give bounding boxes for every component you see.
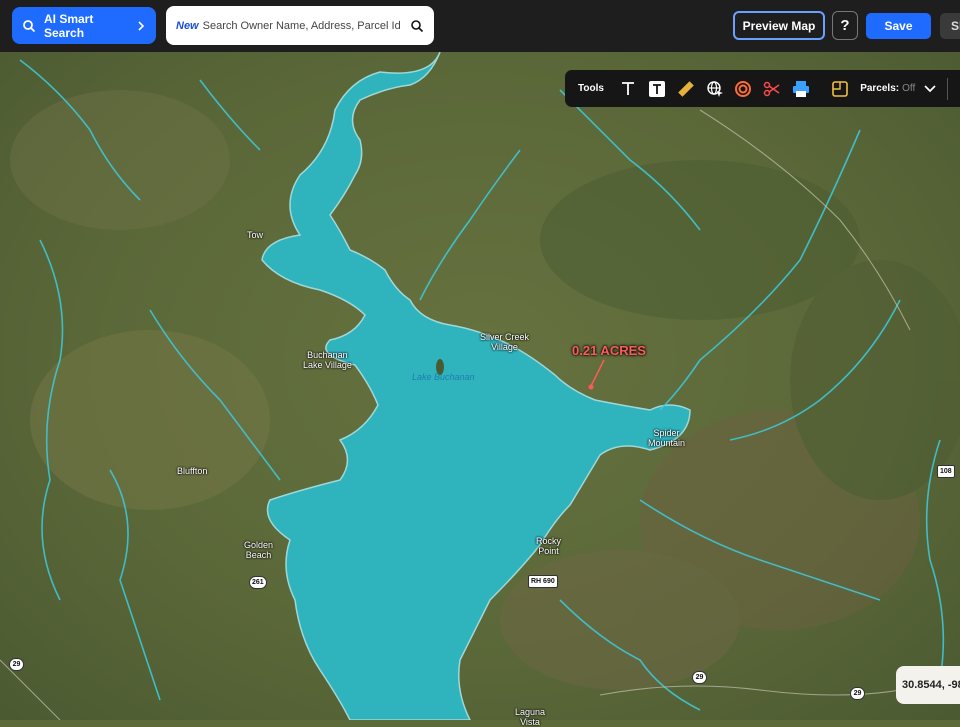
chevron-right-icon	[138, 20, 145, 31]
place-label-spider-mountain: Spider Mountain	[648, 428, 686, 448]
route-shield-29-west: 29	[9, 658, 24, 671]
help-button[interactable]: ?	[832, 11, 858, 40]
list-icon[interactable]	[956, 74, 960, 103]
parcels-label: Parcels:	[860, 83, 900, 94]
search-input[interactable]: New Search Owner Name, Address, Parcel I…	[166, 6, 434, 45]
place-label-bluffton: Bluffton	[177, 466, 208, 476]
route-shield-261: 261	[249, 576, 267, 589]
globe-pointer-icon[interactable]	[700, 74, 729, 103]
parcels-toggle[interactable]: Parcels: Off	[860, 83, 937, 94]
text-box-icon[interactable]	[643, 74, 672, 103]
tools-panel: Tools Parcels: Off	[565, 70, 960, 107]
share-button[interactable]: Sh	[940, 13, 960, 39]
scissors-icon[interactable]	[758, 74, 787, 103]
preview-map-button[interactable]: Preview Map	[733, 11, 825, 40]
search-icon[interactable]	[410, 19, 424, 33]
place-label-golden-beach: Golden Beach	[244, 540, 274, 560]
search-icon	[23, 19, 36, 32]
parcel-layer-icon[interactable]	[825, 74, 854, 103]
place-label-silver-creek-village: Silver Creek Village	[480, 332, 530, 352]
ai-smart-search-button[interactable]: AI Smart Search	[12, 7, 156, 44]
place-label-tow: Tow	[247, 230, 264, 240]
parcels-state: Off	[902, 83, 916, 94]
ai-smart-search-label: AI Smart Search	[44, 11, 94, 40]
route-shield-rh690: RH 690	[528, 575, 558, 588]
route-shield-29-east: 29	[850, 687, 865, 700]
place-label-buchanan-lake-village: Buchanan Lake Village	[303, 350, 352, 370]
measurement-label[interactable]: 0.21 ACRES	[572, 343, 646, 358]
chevron-down-icon	[924, 84, 936, 92]
route-shield-108: 108	[937, 465, 955, 478]
toolbar-divider	[947, 77, 949, 100]
search-placeholder: Search Owner Name, Address, Parcel Id	[202, 19, 401, 32]
radius-ring-icon[interactable]	[729, 74, 758, 103]
place-label-rocky-point: Rocky Point	[536, 536, 562, 556]
printer-icon[interactable]	[787, 74, 816, 103]
save-button[interactable]: Save	[866, 13, 931, 39]
coordinate-readout[interactable]: 30.8544, -98	[896, 666, 960, 704]
place-label-laguna-vista: Laguna Vista	[515, 707, 546, 727]
lake-label: Lake Buchanan	[412, 372, 475, 382]
ruler-icon[interactable]	[672, 74, 701, 103]
satellite-map[interactable]	[0, 0, 960, 720]
text-icon[interactable]	[614, 74, 643, 103]
tools-label: Tools	[578, 83, 604, 94]
new-tag: New	[176, 19, 199, 32]
route-shield-29-mid: 29	[692, 671, 707, 684]
